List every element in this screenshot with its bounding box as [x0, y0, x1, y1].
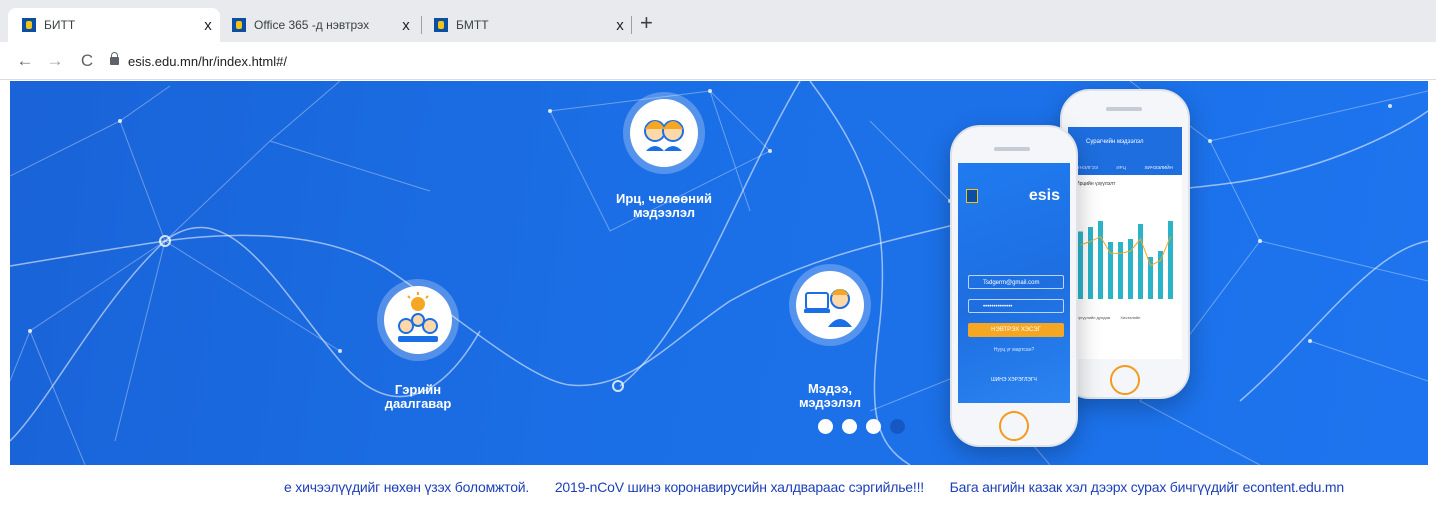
site-favicon-icon	[232, 18, 246, 32]
phone-speaker	[994, 147, 1030, 151]
attendance-bar	[1138, 224, 1143, 299]
legend-item: Сургуулийн дундаж	[1074, 315, 1111, 320]
attendance-bar	[1128, 239, 1133, 299]
hero-banner: Ирц, чөлөөний мэдээлэл Гэрийн даалгавар …	[10, 81, 1428, 465]
login-phone-mockup: esis Tsdgerm@gmail.com •••••••••••••• НЭ…	[950, 125, 1078, 447]
attendance-average-line	[1080, 235, 1171, 267]
homework-feature-badge[interactable]	[384, 286, 452, 354]
esis-logo: esis	[1028, 187, 1060, 204]
students-icon	[644, 120, 684, 151]
carousel-dot-4[interactable]	[890, 419, 905, 434]
attendance-tab: ИРЦ	[1116, 165, 1126, 170]
news-icon	[804, 289, 852, 327]
attendance-app-title: Сурагчийн мэдээлэл	[1086, 139, 1144, 145]
attendance-app-header: Сурагчийн мэдээлэл	[1068, 127, 1182, 165]
phone-speaker	[1106, 107, 1142, 111]
attendance-feature-label: Ирц, чөлөөний мэдээлэл	[616, 191, 712, 220]
site-favicon-icon	[434, 18, 448, 32]
attendance-bar	[1148, 257, 1153, 299]
forgot-password-link: Нууц үг мартсан?	[993, 347, 1035, 353]
news-feature-badge[interactable]	[796, 271, 864, 339]
address-bar[interactable]: esis.edu.mn/hr/index.html#/	[110, 49, 1410, 73]
news-ticker-item[interactable]: е хичээлүүдийг нөхөн үзэх боломжтой.	[284, 479, 529, 495]
browser-toolbar: ← → C esis.edu.mn/hr/index.html#/	[0, 42, 1436, 80]
homework-feature-label: Гэрийн даалгавар	[384, 382, 452, 411]
attendance-bar	[1088, 227, 1093, 299]
attendance-phone-mockup: Сурагчийн мэдээлэл ҮНЭЛГЭЭ ИРЦ ХИЧЭЭЛИЙН…	[1060, 89, 1190, 399]
tab-separator	[631, 16, 632, 34]
network-lines-decoration	[10, 81, 1428, 465]
new-tab-button[interactable]: +	[640, 12, 653, 34]
homework-icon	[398, 292, 438, 342]
carousel-dot-2[interactable]	[842, 419, 857, 434]
new-user-link: ШИНЭ ХЭРЭГЛЭГЧ	[991, 377, 1037, 383]
attendance-feature-badge[interactable]	[630, 99, 698, 167]
tab-close-icon[interactable]: x	[608, 17, 632, 34]
news-ticker-track: е хичээлүүдийг нөхөн үзэх боломжтой. 201…	[284, 479, 1366, 495]
legend-item: Хичээлийн	[1120, 315, 1141, 320]
carousel-indicators	[818, 419, 905, 434]
login-password-field: ••••••••••••••	[968, 299, 1064, 313]
tab-title: БИТТ	[44, 18, 76, 32]
lock-icon	[110, 52, 119, 65]
phone-home-button	[999, 411, 1029, 441]
reload-button[interactable]: C	[76, 50, 98, 72]
carousel-dot-3[interactable]	[866, 419, 881, 434]
browser-tab-office365[interactable]: Office 365 -д нэвтрэх x	[218, 8, 418, 42]
news-ticker-item[interactable]: 2019-nCoV шинэ коронавирусийн халдвараас…	[555, 479, 924, 495]
attendance-bar	[1078, 231, 1083, 299]
login-submit-button: НЭВТРЭХ ХЭСЭГ	[968, 323, 1064, 337]
tab-close-icon[interactable]: x	[394, 17, 418, 34]
url-text: esis.edu.mn/hr/index.html#/	[128, 53, 287, 69]
tab-close-icon[interactable]: x	[196, 17, 220, 34]
news-ticker-item[interactable]: Бага ангийн казак хэл дээрх сурах бичгүү…	[950, 479, 1344, 495]
tab-title: Office 365 -д нэвтрэх	[254, 18, 370, 32]
phone-home-button	[1110, 365, 1140, 395]
school-emblem-icon	[966, 189, 978, 203]
attendance-chart-legend: Сургуулийн дундаж Хичээлийн	[1074, 315, 1140, 320]
forward-button[interactable]: →	[44, 50, 66, 72]
browser-tab-bitt[interactable]: БИТТ x	[8, 8, 220, 42]
browser-tab-strip: БИТТ x Office 365 -д нэвтрэх x БМТТ x +	[0, 0, 1436, 42]
login-email-field: Tsdgerm@gmail.com	[968, 275, 1064, 289]
attendance-bar-chart	[1078, 221, 1173, 299]
attendance-phone-screen: Сурагчийн мэдээлэл ҮНЭЛГЭЭ ИРЦ ХИЧЭЭЛИЙН…	[1068, 127, 1182, 359]
carousel-dot-1[interactable]	[818, 419, 833, 434]
tab-title: БМТТ	[456, 18, 489, 32]
browser-tab-bmtt[interactable]: БМТТ x	[420, 8, 632, 42]
news-feature-label: Мэдээ, мэдээлэл	[798, 381, 862, 410]
attendance-app-tabs: ҮНЭЛГЭЭ ИРЦ ХИЧЭЭЛИЙН	[1068, 165, 1182, 175]
attendance-bar	[1158, 251, 1163, 299]
site-favicon-icon	[22, 18, 36, 32]
attendance-bar	[1168, 221, 1173, 299]
attendance-tab: ХИЧЭЭЛИЙН	[1144, 165, 1173, 170]
back-button[interactable]: ←	[14, 50, 36, 72]
news-ticker: е хичээлүүдийг нөхөн үзэх боломжтой. 201…	[0, 465, 1436, 508]
attendance-tab: ҮНЭЛГЭЭ	[1077, 165, 1098, 170]
attendance-bar	[1098, 221, 1103, 299]
attendance-bar	[1118, 242, 1123, 299]
attendance-chart-title: Ирцийн үзүүлэлт	[1076, 181, 1116, 187]
login-phone-screen: esis Tsdgerm@gmail.com •••••••••••••• НЭ…	[958, 163, 1070, 403]
